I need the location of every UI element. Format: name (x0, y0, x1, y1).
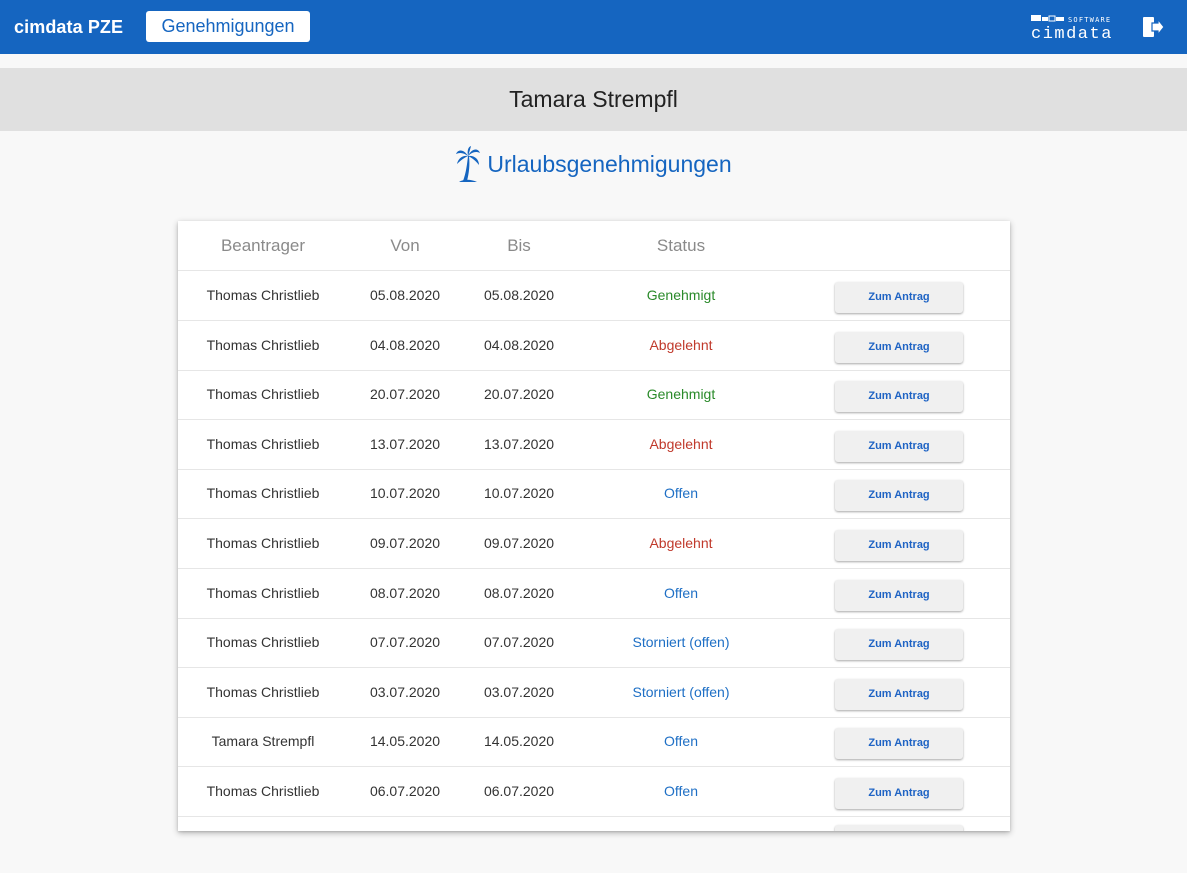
beantrager-cell: Thomas Christlieb (206, 386, 320, 403)
zum-antrag-button[interactable]: Zum Antrag (835, 778, 963, 809)
von-date-cell: 14.05.2020 (369, 733, 441, 750)
bis-date-cell: 03.07.2020 (483, 683, 555, 700)
von-date-cell: 09.07.2020 (369, 535, 441, 551)
table-row: Thomas Christlieb 04.08.2020 04.08.2020 Abg… (178, 321, 1010, 371)
table-row: Thomas Christlieb 07.07.2020 07.07.2020 Sto… (178, 618, 1010, 669)
beantrager-cell: Tamara Strempfl (211, 733, 315, 750)
bis-date-cell: 08.07.2020 (483, 584, 555, 601)
button-cell: Zum Antrag (834, 668, 964, 716)
zum-antrag-button[interactable]: Zum Antrag (835, 381, 963, 413)
beantrager-cell: Thomas Christlieb (206, 485, 320, 502)
zum-antrag-button[interactable]: Zum Antrag (835, 728, 963, 760)
bis-date-cell: 04.08.2020 (483, 336, 555, 353)
table-row: Thomas Christlieb 09.07.2020 09.07.2020 Abg… (178, 519, 1010, 569)
table-header: Beantrager Von Bis Status (178, 221, 1010, 271)
section-title: Urlaubsgenehmigungen (487, 150, 732, 177)
column-header-status[interactable]: Status (576, 221, 786, 271)
table-row: Thomas Christlieb 20.07.2020 20.07.2020 Gen… (178, 370, 1010, 421)
bis-date-cell: 06.07.2020 (483, 783, 555, 799)
von-date-cell: 05.08.2020 (369, 287, 441, 303)
von-date-cell: 08.07.2020 (369, 584, 441, 601)
von-date-cell: 13.07.2020 (369, 435, 441, 452)
beantrager-cell: Thomas Christlieb (206, 584, 320, 601)
von-date-cell: 04.08.2020 (369, 336, 441, 353)
app-title: cimdata PZE (14, 17, 124, 37)
section-header: Urlaubsgenehmigungen (0, 145, 1187, 185)
beantrager-cell: Thomas Christlieb (206, 683, 320, 700)
bis-date-cell: 13.07.2020 (483, 435, 555, 452)
von-date-cell: 20.07.2020 (369, 386, 441, 403)
button-cell: Zum Antrag (834, 767, 964, 815)
button-cell: Zum Antrag (834, 569, 964, 617)
status-cell: Storniert (offen) (632, 683, 730, 700)
zum-antrag-button[interactable] (835, 824, 963, 831)
top-app-bar: cimdata PZE Genehmigungen SOFTWARE cimda… (0, 0, 1187, 54)
bis-date-cell: 10.07.2020 (483, 485, 555, 502)
button-cell: Zum Antrag (834, 717, 964, 765)
status-cell: Storniert (offen) (632, 634, 730, 651)
button-cell: Zum Antrag (834, 519, 964, 567)
bis-date-cell: 20.07.2020 (483, 386, 555, 403)
palm-tree-icon (456, 146, 481, 182)
button-cell: Zum Antrag (834, 420, 964, 468)
requests-table-card: Beantrager Von Bis Status Thomas Christl… (178, 221, 1010, 831)
zum-antrag-button[interactable]: Zum Antrag (835, 480, 963, 512)
beantrager-cell: Thomas Christlieb (206, 336, 320, 353)
user-bar: Tamara Strempfl (0, 68, 1187, 131)
beantrager-cell: Thomas Christlieb (206, 634, 320, 651)
genehmigungen-button[interactable]: Genehmigungen (146, 11, 310, 42)
bis-date-cell: 05.08.2020 (483, 287, 555, 303)
table-row (178, 817, 1010, 831)
column-header-bis[interactable]: Bis (462, 221, 576, 271)
beantrager-cell: Thomas Christlieb (206, 435, 320, 452)
beantrager-cell: Thomas Christlieb (206, 535, 320, 551)
status-cell: Offen (664, 783, 698, 799)
button-cell: Zum Antrag (834, 271, 964, 319)
table-row: Thomas Christlieb 05.08.2020 05.08.2020 Gen… (178, 271, 1010, 321)
button-cell: Zum Antrag (834, 469, 964, 517)
column-header-beantrager[interactable]: Beantrager (178, 221, 348, 271)
zum-antrag-button[interactable]: Zum Antrag (835, 282, 963, 313)
column-header-von[interactable]: Von (348, 221, 462, 271)
status-cell: Genehmigt (646, 287, 716, 303)
status-cell: Abgelehnt (649, 535, 713, 551)
status-cell: Abgelehnt (649, 336, 713, 353)
bis-date-cell: 09.07.2020 (483, 535, 555, 551)
status-cell: Offen (664, 733, 698, 750)
bis-date-cell: 14.05.2020 (483, 733, 555, 750)
beantrager-cell: Thomas Christlieb (206, 287, 320, 303)
zum-antrag-button[interactable]: Zum Antrag (835, 629, 963, 661)
status-cell: Abgelehnt (649, 435, 713, 452)
status-cell: Genehmigt (646, 386, 716, 403)
bis-date-cell: 07.07.2020 (483, 634, 555, 651)
table-row: Thomas Christlieb 13.07.2020 13.07.2020 Abg… (178, 420, 1010, 470)
zum-antrag-button[interactable]: Zum Antrag (835, 430, 963, 462)
button-cell: Zum Antrag (834, 370, 964, 418)
logo-software-text: SOFTWARE (1068, 16, 1111, 24)
button-cell (834, 817, 964, 831)
von-date-cell: 03.07.2020 (369, 683, 441, 700)
cimdata-logo: SOFTWARE cimdata (1031, 15, 1113, 40)
zum-antrag-button[interactable]: Zum Antrag (835, 579, 963, 611)
table-row: Thomas Christlieb 08.07.2020 08.07.2020 Off… (178, 569, 1010, 619)
von-date-cell: 10.07.2020 (369, 485, 441, 502)
status-cell: Offen (664, 584, 698, 601)
zum-antrag-button[interactable]: Zum Antrag (835, 530, 963, 561)
beantrager-cell: Thomas Christlieb (206, 783, 320, 799)
logo-main-text: cimdata (1031, 25, 1113, 40)
status-cell: Offen (664, 485, 698, 502)
logout-icon[interactable] (1141, 16, 1165, 38)
zum-antrag-button[interactable]: Zum Antrag (835, 678, 963, 710)
user-name: Tamara Strempfl (509, 86, 678, 112)
button-cell: Zum Antrag (834, 321, 964, 369)
table-row: Thomas Christlieb 10.07.2020 10.07.2020 Off… (178, 469, 1010, 520)
table-row: Thomas Christlieb 03.07.2020 03.07.2020 Sto… (178, 668, 1010, 718)
von-date-cell: 06.07.2020 (369, 783, 441, 799)
button-cell: Zum Antrag (834, 618, 964, 666)
table-row: Tamara Strempfl 14.05.2020 14.05.2020 Offen… (178, 717, 1010, 768)
zum-antrag-button[interactable]: Zum Antrag (835, 331, 963, 363)
table-row: Thomas Christlieb 06.07.2020 06.07.2020 Off… (178, 767, 1010, 817)
von-date-cell: 07.07.2020 (369, 634, 441, 651)
